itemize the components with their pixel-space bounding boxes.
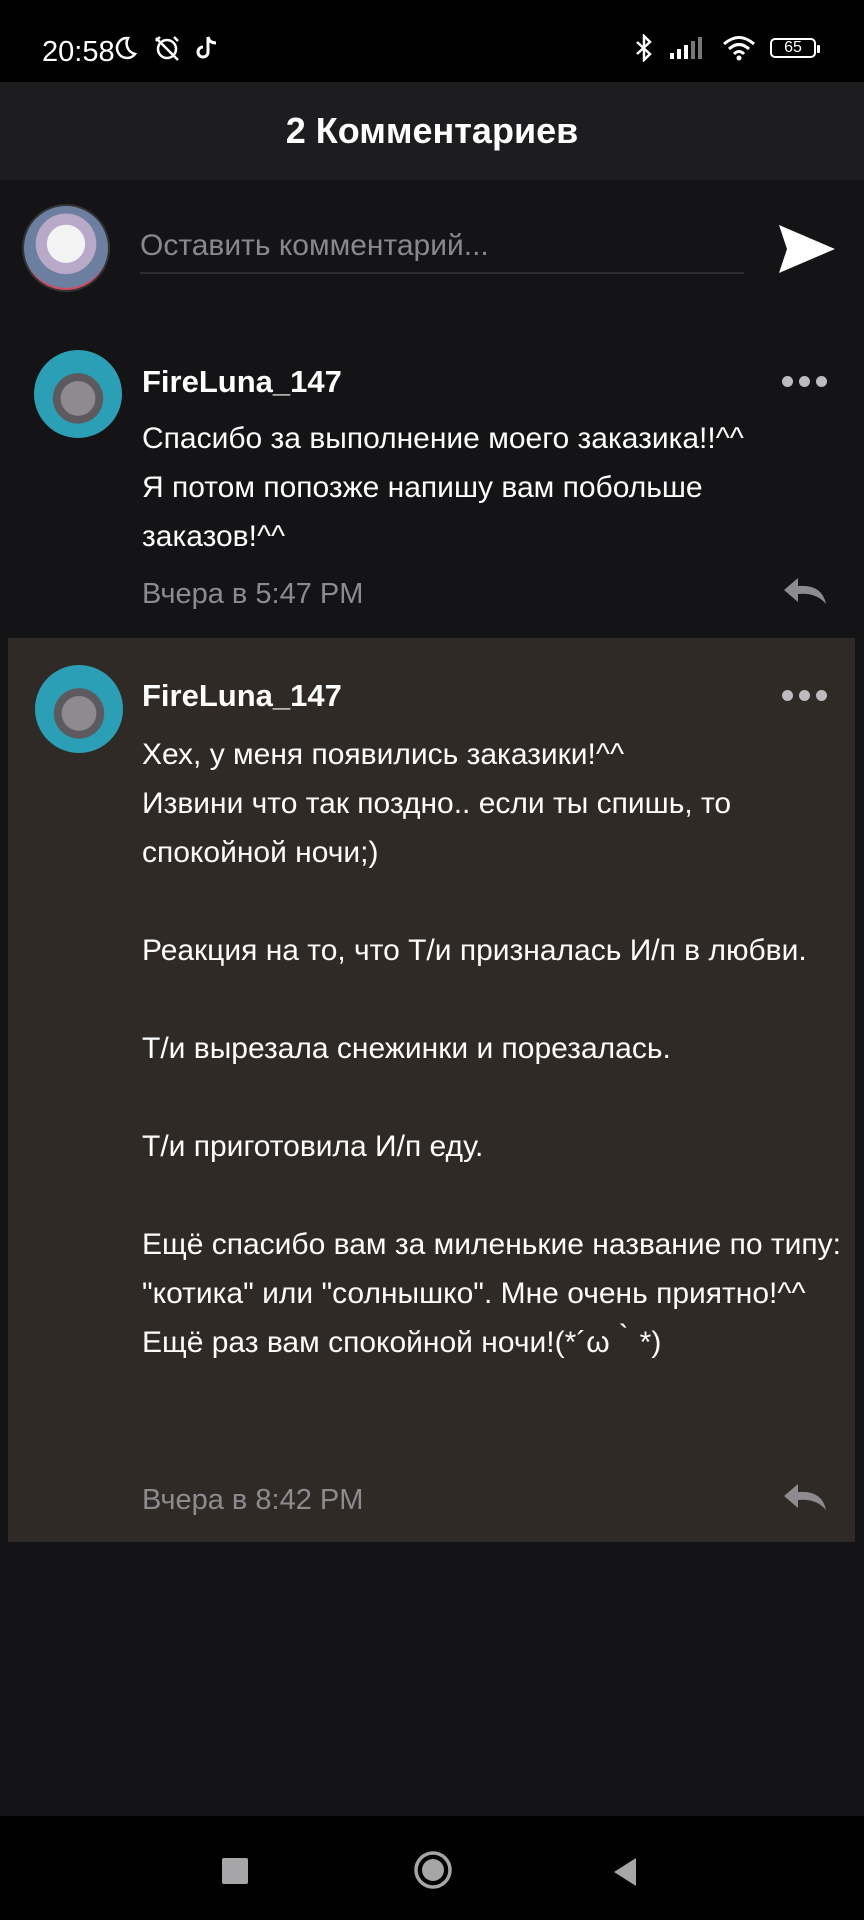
comment-item-highlighted: FireLuna_147 Хех, у меня появились заказ… xyxy=(8,638,855,1542)
comment-text: Хех, у меня появились заказики!^^ Извини… xyxy=(142,738,841,1359)
my-avatar[interactable] xyxy=(22,204,110,292)
comment-timestamp: Вчера в 5:47 PM xyxy=(142,578,364,610)
avatar[interactable] xyxy=(34,350,122,438)
recents-button[interactable] xyxy=(222,1858,248,1884)
moon-icon xyxy=(115,36,138,60)
send-button[interactable] xyxy=(776,218,838,280)
more-options-icon[interactable] xyxy=(782,376,827,387)
avatar[interactable] xyxy=(35,665,123,753)
tiktok-icon xyxy=(196,36,217,59)
battery-icon: 65 xyxy=(770,38,820,58)
signal-icon xyxy=(670,37,702,59)
status-icons-right: 65 xyxy=(634,34,820,62)
back-button[interactable] xyxy=(610,1856,640,1888)
alarm-off-icon xyxy=(155,36,179,61)
home-button[interactable] xyxy=(413,1850,453,1890)
more-options-icon[interactable] xyxy=(782,690,827,701)
comment-username[interactable]: FireLuna_147 xyxy=(142,678,342,714)
comment-username[interactable]: FireLuna_147 xyxy=(142,364,342,400)
bluetooth-icon xyxy=(636,34,652,62)
comments-header: 2 Комментариев xyxy=(0,82,864,180)
reply-icon[interactable] xyxy=(780,574,830,608)
comment-item: FireLuna_147 Спасибо за выполнение моего… xyxy=(0,320,864,620)
reply-icon[interactable] xyxy=(780,1480,830,1514)
page-title: 2 Комментариев xyxy=(285,110,579,151)
status-icons-left xyxy=(112,34,218,62)
wifi-icon xyxy=(723,36,755,61)
system-nav-bar xyxy=(0,1816,864,1920)
status-bar: 20:58 65 xyxy=(0,0,864,82)
send-icon xyxy=(779,225,835,273)
comment-input[interactable] xyxy=(140,220,744,274)
comment-timestamp: Вчера в 8:42 PM xyxy=(142,1484,364,1516)
comment-text: Спасибо за выполнение моего заказика!!^^… xyxy=(142,422,744,553)
compose-row xyxy=(0,180,864,310)
status-time: 20:58 xyxy=(42,36,115,68)
